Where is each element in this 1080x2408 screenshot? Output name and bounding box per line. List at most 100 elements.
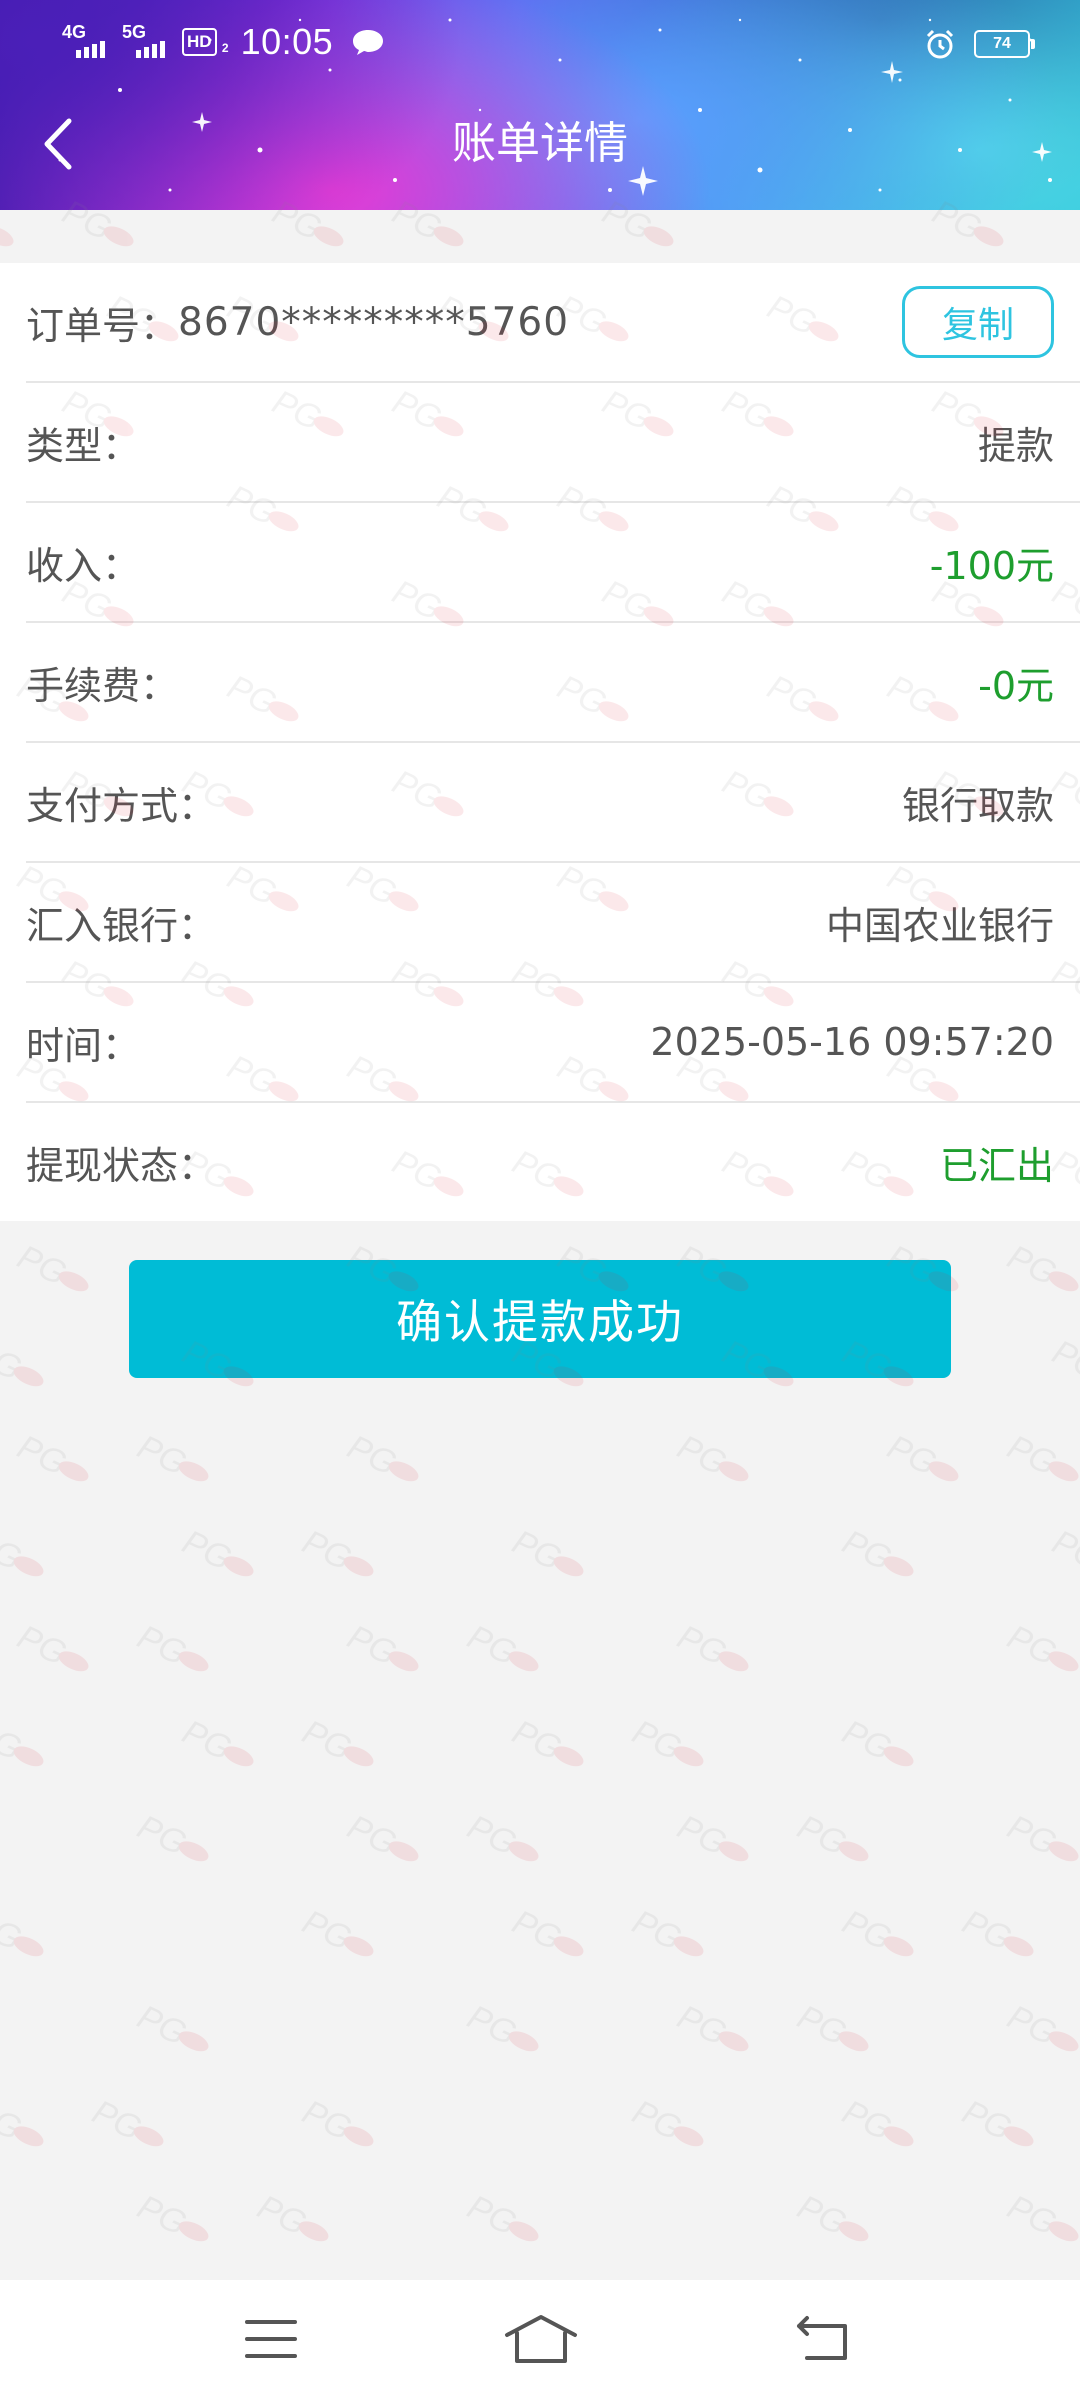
bill-detail-card: 订单号： 8670*********5760 复制 类型： 提款 收入： -10… [0,263,1080,1221]
svg-text:PG: PG [507,1523,568,1578]
hd-icon: HD 2 [182,28,229,56]
watermark-mark: PG [1002,1808,1079,1863]
back-nav-button[interactable] [778,2304,868,2374]
watermark-mark: PG [462,1998,539,2053]
svg-text:PG: PG [672,1998,733,2053]
confirm-withdraw-button[interactable]: 确认提款成功 [129,1260,951,1378]
watermark-mark: PG [1002,1998,1079,2053]
watermark-mark: PG [507,1903,584,1958]
svg-text:PG: PG [1002,1618,1063,1673]
watermark-mark: PG [342,1618,419,1673]
menu-icon [245,2320,297,2358]
svg-text:PG: PG [1047,1333,1080,1388]
network-type-label: 4G [62,22,87,42]
svg-text:PG: PG [297,2093,358,2148]
svg-text:PG: PG [177,1713,238,1768]
svg-text:PG: PG [792,1998,853,2053]
signal-icon: 4G [62,22,110,62]
svg-text:PG: PG [672,1618,733,1673]
watermark-mark: PG [462,1618,539,1673]
watermark-mark: PG [792,1808,869,1863]
svg-text:PG: PG [627,1903,688,1958]
watermark-mark: PG [12,1618,89,1673]
svg-text:PG: PG [1002,1998,1063,2053]
watermark-mark: PG [672,1618,749,1673]
watermark-mark: PG [0,1713,44,1768]
detail-row-income: 收入： -100元 [26,503,1080,623]
watermark-mark: PG [0,2093,44,2148]
watermark-mark: PG [0,1333,44,1388]
watermark-mark: PG [627,1713,704,1768]
header: 4G 5G HD 2 10:05 74 账单详情 [0,0,1080,210]
detail-label: 时间： [26,1023,141,1068]
svg-text:PG: PG [1002,1428,1063,1483]
watermark-mark: PG [12,1238,89,1293]
svg-text:PG: PG [957,1903,1018,1958]
svg-text:PG: PG [1002,1238,1063,1293]
watermark-mark: PG [0,1903,44,1958]
detail-value: 2025-05-16 09:57:20 [650,1020,1054,1064]
svg-text:PG: PG [132,1618,193,1673]
svg-text:PG: PG [0,1523,27,1578]
svg-text:PG: PG [252,2188,313,2243]
alarm-icon [926,29,954,59]
network-type-label: 5G [122,22,147,42]
watermark-mark: PG [342,1428,419,1483]
detail-row-time: 时间： 2025-05-16 09:57:20 [26,983,1080,1103]
watermark-mark: PG [297,2093,374,2148]
system-navigation-bar [0,2280,1080,2408]
watermark-mark: PG [627,2093,704,2148]
svg-text:PG: PG [132,1998,193,2053]
svg-text:PG: PG [792,1808,853,1863]
menu-button[interactable] [226,2304,316,2374]
detail-label: 手续费： [26,663,179,708]
message-icon [353,30,384,55]
detail-label: 收入： [26,543,141,588]
svg-text:PG: PG [1002,2188,1063,2243]
svg-text:PG: PG [507,1713,568,1768]
detail-label: 提现状态： [26,1143,217,1188]
watermark-mark: PG [132,1428,209,1483]
watermark-mark: PG [837,1523,914,1578]
order-number-row: 订单号： 8670*********5760 复制 [26,263,1080,383]
watermark-mark: PG [177,1523,254,1578]
watermark-mark: PG [957,2093,1034,2148]
svg-text:PG: PG [462,2188,523,2243]
battery-level: 74 [993,35,1011,52]
watermark-mark: PG [132,1808,209,1863]
watermark-mark: PG [342,1808,419,1863]
svg-text:PG: PG [627,1713,688,1768]
copy-button[interactable]: 复制 [902,286,1054,358]
watermark-mark: PG [462,1808,539,1863]
svg-text:PG: PG [342,1618,403,1673]
watermark-mark: PG [0,1523,44,1578]
detail-value: 已汇出 [939,1143,1054,1188]
watermark-mark: PG [12,1428,89,1483]
battery-icon: 74 [974,30,1035,58]
svg-text:PG: PG [132,2188,193,2243]
svg-text:PG: PG [837,2093,898,2148]
home-icon [505,2315,577,2363]
svg-text:PG: PG [297,1903,358,1958]
detail-value: 中国农业银行 [825,903,1054,948]
svg-text:PG: PG [672,1428,733,1483]
svg-text:PG: PG [342,1428,403,1483]
svg-text:PG: PG [882,1428,943,1483]
watermark-mark: PG [132,1618,209,1673]
detail-label: 汇入银行： [26,903,217,948]
status-bar-right: 74 [924,22,1035,66]
watermark-mark: PG [672,1998,749,2053]
watermark-mark: PG [132,2188,209,2243]
watermark-mark: PG [132,1998,209,2053]
detail-row-bank: 汇入银行： 中国农业银行 [26,863,1080,983]
home-button[interactable] [496,2304,586,2374]
order-number-value: 8670*********5760 [178,299,570,345]
detail-label: 支付方式： [26,783,217,828]
svg-text:PG: PG [462,1998,523,2053]
svg-text:PG: PG [672,1808,733,1863]
status-time: 10:05 [240,21,334,62]
detail-row-fee: 手续费： -0元 [26,623,1080,743]
watermark-mark: PG [177,1713,254,1768]
watermark-mark: PG [462,2188,539,2243]
svg-text:PG: PG [792,2188,853,2243]
